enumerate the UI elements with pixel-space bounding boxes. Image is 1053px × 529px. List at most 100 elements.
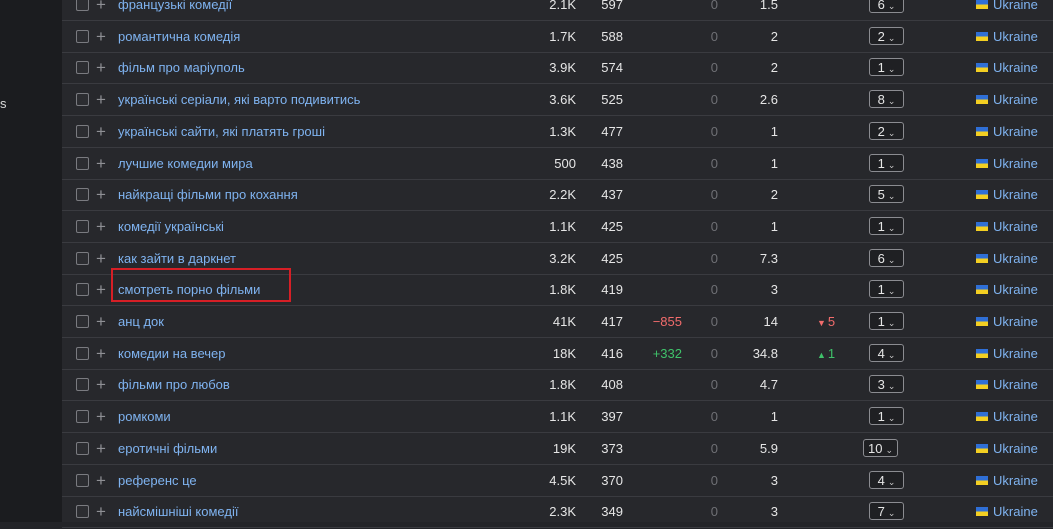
add-icon[interactable]: + (96, 84, 106, 115)
keyword-link[interactable]: смотреть порно фільми (118, 274, 260, 305)
position-value: 6 (877, 0, 885, 12)
add-icon[interactable]: + (96, 0, 106, 20)
kd-value: 3 (770, 504, 778, 520)
country-link[interactable]: Ukraine (976, 433, 1038, 464)
chevron-down-icon: ⌄ (887, 254, 896, 265)
position-dropdown[interactable]: 10 ⌄ (863, 438, 898, 457)
row-checkbox[interactable] (76, 378, 89, 392)
position-dropdown[interactable]: 1 ⌄ (869, 58, 904, 77)
row-checkbox[interactable] (76, 93, 89, 107)
add-icon[interactable]: + (96, 496, 106, 527)
country-link[interactable]: Ukraine (976, 306, 1038, 337)
row-checkbox[interactable] (76, 124, 89, 138)
add-icon[interactable]: + (96, 21, 106, 52)
keyword-link[interactable]: ромкоми (118, 401, 171, 432)
position-dropdown[interactable]: 1 ⌄ (869, 407, 904, 426)
row-checkbox[interactable] (76, 473, 89, 487)
keyword-link[interactable]: українські сайти, які платять гроші (118, 116, 325, 147)
row-checkbox[interactable] (76, 346, 89, 360)
country-link[interactable]: Ukraine (976, 338, 1038, 369)
position-dropdown[interactable]: 1 ⌄ (869, 280, 904, 299)
add-icon[interactable]: + (96, 465, 106, 496)
row-checkbox[interactable] (76, 29, 89, 43)
row-checkbox[interactable] (76, 283, 89, 297)
position-dropdown[interactable]: 8 ⌄ (869, 90, 904, 109)
row-checkbox[interactable] (76, 315, 89, 328)
position-dropdown[interactable]: 2 ⌄ (869, 121, 904, 140)
zero-value: 0 (710, 377, 718, 393)
add-icon[interactable]: + (96, 401, 106, 432)
keyword-link[interactable]: как зайти в даркнет (118, 243, 236, 274)
add-icon[interactable]: + (96, 52, 106, 83)
country-link[interactable]: Ukraine (976, 465, 1038, 496)
position-value: 6 (877, 250, 885, 266)
volume-value: 3.2K (549, 250, 576, 266)
row-checkbox[interactable] (76, 0, 89, 11)
country-link[interactable]: Ukraine (976, 21, 1038, 52)
keyword-link[interactable]: найкращі фільми про кохання (118, 179, 298, 210)
country-link[interactable]: Ukraine (976, 0, 1038, 20)
add-icon[interactable]: + (96, 179, 106, 210)
keyword-link[interactable]: комедії українські (118, 211, 224, 242)
row-checkbox[interactable] (76, 441, 89, 455)
position-dropdown[interactable]: 6 ⌄ (869, 248, 904, 267)
volume-value: 3.6K (549, 92, 576, 108)
country-link[interactable]: Ukraine (976, 369, 1038, 400)
keyword-link[interactable]: українські серіали, які варто подивитись (118, 84, 360, 115)
country-link[interactable]: Ukraine (976, 211, 1038, 242)
keyword-link[interactable]: фільми про любов (118, 369, 230, 400)
country-link[interactable]: Ukraine (976, 148, 1038, 179)
add-icon[interactable]: + (96, 306, 106, 337)
position-dropdown[interactable]: 4 ⌄ (869, 470, 904, 489)
table-row: + комедії українські 1.1K 425 0 1 1 ⌄ Ukr… (62, 211, 1053, 243)
row-checkbox[interactable] (76, 188, 89, 202)
position-dropdown[interactable]: 1 ⌄ (869, 312, 904, 330)
row-checkbox[interactable] (76, 505, 89, 519)
traffic-value: 349 (601, 504, 623, 520)
country-link[interactable]: Ukraine (976, 52, 1038, 83)
kd-value: 1.5 (759, 0, 778, 12)
keyword-link[interactable]: референс це (118, 465, 197, 496)
keyword-link[interactable]: романтична комедія (118, 21, 240, 52)
country-link[interactable]: Ukraine (976, 179, 1038, 210)
add-icon[interactable]: + (96, 338, 106, 369)
keyword-link[interactable]: комедии на вечер (118, 338, 225, 369)
add-icon[interactable]: + (96, 116, 106, 147)
position-dropdown[interactable]: 1 ⌄ (869, 153, 904, 172)
add-icon[interactable]: + (96, 148, 106, 179)
add-icon[interactable]: + (96, 211, 106, 242)
keyword-link[interactable]: анц док (118, 306, 164, 337)
position-dropdown[interactable]: 5 ⌄ (869, 185, 904, 204)
position-dropdown[interactable]: 1 ⌄ (869, 216, 904, 235)
country-link[interactable]: Ukraine (976, 84, 1038, 115)
add-icon[interactable]: + (96, 369, 106, 400)
keyword-link[interactable]: фільм про маріуполь (118, 52, 245, 83)
keyword-link[interactable]: найсмішніші комедії (118, 496, 238, 527)
row-checkbox[interactable] (76, 61, 89, 75)
country-link[interactable]: Ukraine (976, 274, 1038, 305)
add-icon[interactable]: + (96, 433, 106, 464)
row-checkbox[interactable] (76, 251, 89, 265)
table-row: + найсмішніші комедії 2.3K 349 0 3 7 ⌄ Uk… (62, 496, 1053, 529)
zero-value: 0 (710, 28, 718, 44)
country-link[interactable]: Ukraine (976, 401, 1038, 432)
row-checkbox[interactable] (76, 410, 89, 424)
traffic-value: 419 (601, 282, 623, 298)
keyword-link[interactable]: еротичні фільми (118, 433, 217, 464)
position-dropdown[interactable]: 7 ⌄ (869, 502, 904, 521)
row-checkbox[interactable] (76, 156, 89, 170)
add-icon[interactable]: + (96, 274, 106, 305)
position-dropdown[interactable]: 6 ⌄ (869, 0, 904, 13)
keyword-link[interactable]: французькі комедії (118, 0, 232, 20)
country-link[interactable]: Ukraine (976, 243, 1038, 274)
row-checkbox[interactable] (76, 219, 89, 233)
position-dropdown[interactable]: 3 ⌄ (869, 375, 904, 394)
position-dropdown[interactable]: 2 ⌄ (869, 26, 904, 45)
add-icon[interactable]: + (96, 243, 106, 274)
country-link[interactable]: Ukraine (976, 496, 1038, 527)
traffic-value: 425 (601, 250, 623, 266)
keyword-link[interactable]: лучшие комедии мира (118, 148, 253, 179)
country-link[interactable]: Ukraine (976, 116, 1038, 147)
traffic-change-value (642, 116, 682, 147)
position-dropdown[interactable]: 4 ⌄ (869, 343, 904, 362)
